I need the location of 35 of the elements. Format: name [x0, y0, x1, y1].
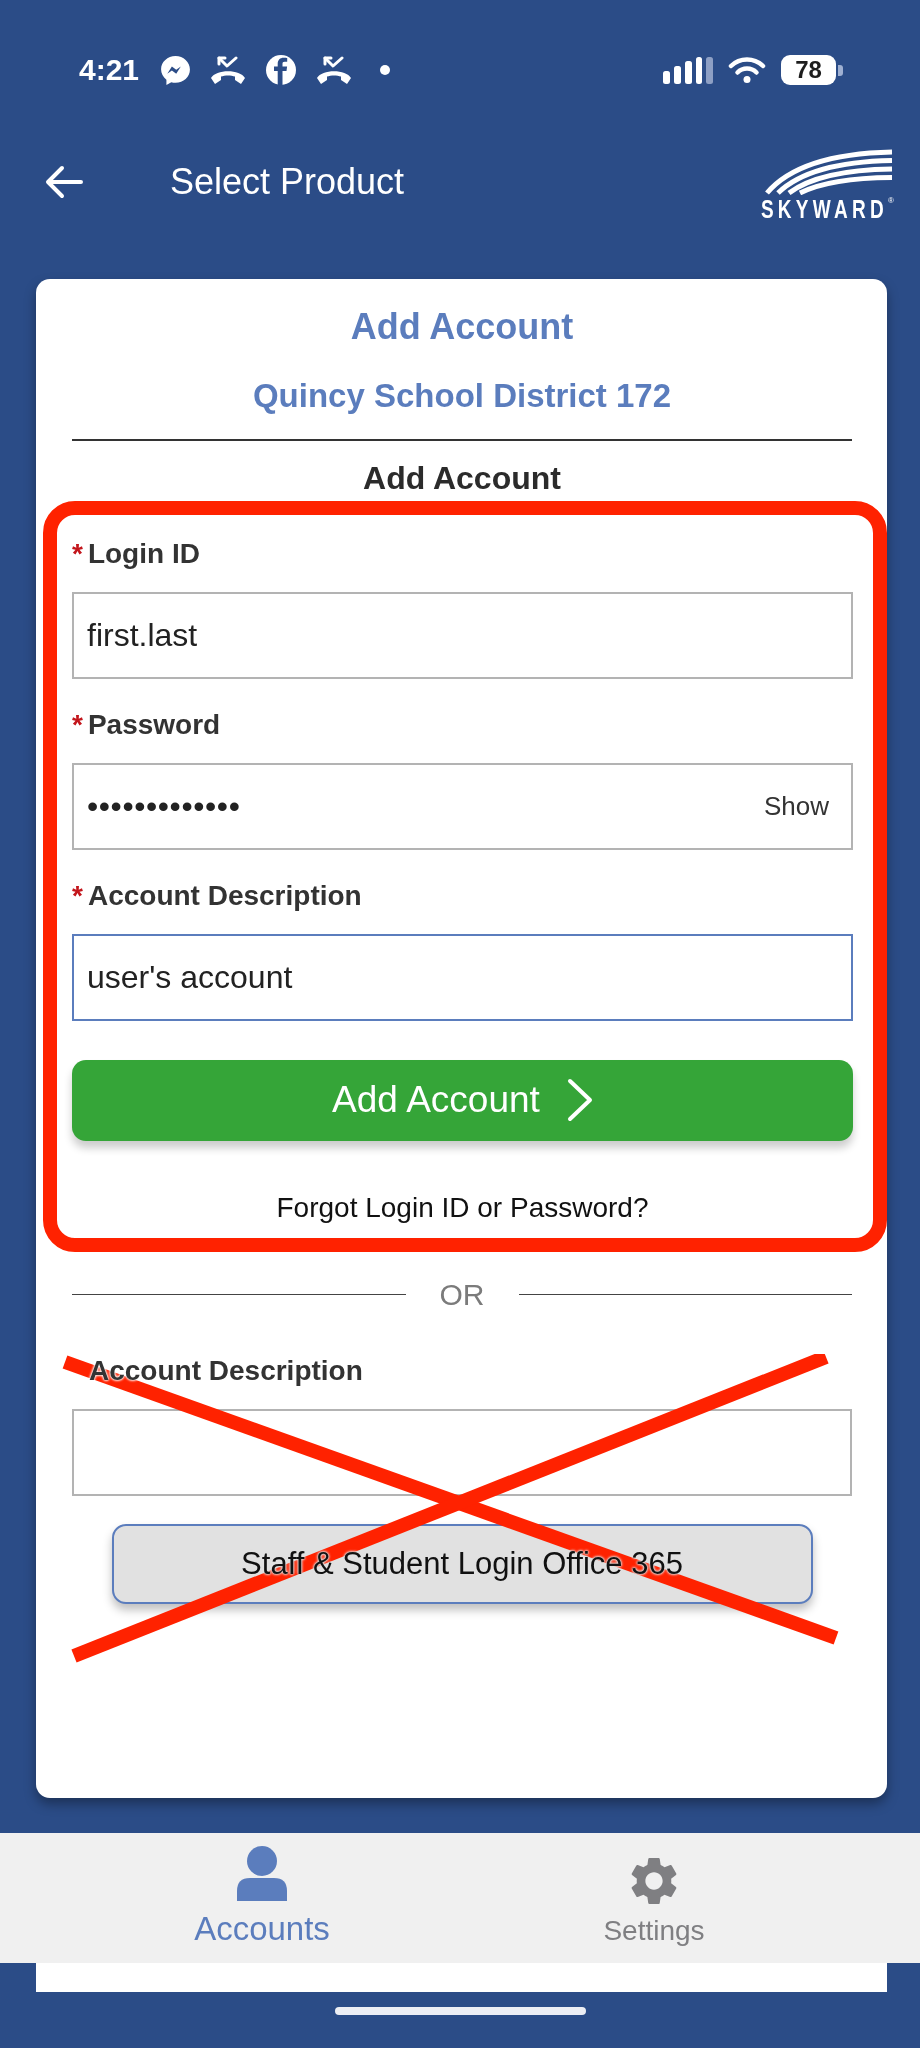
required-mark: * — [72, 878, 83, 913]
missed-call-icon — [316, 55, 353, 85]
text-field[interactable] — [72, 1408, 852, 1496]
registered-mark: ® — [888, 195, 894, 205]
text-field[interactable]: user's account — [72, 933, 853, 1021]
card-title: Add Account — [349, 305, 575, 349]
required-mark: * — [72, 707, 83, 742]
person-icon — [237, 1846, 287, 1901]
wifi-icon — [728, 57, 766, 83]
forgot-link[interactable]: Forgot Login ID or Password? — [276, 1191, 649, 1223]
signal-icon — [663, 56, 713, 84]
dot-icon — [380, 65, 391, 75]
back-arrow-icon[interactable] — [45, 165, 83, 199]
clock-time: 4:21 — [79, 53, 140, 87]
field-label: Password — [87, 707, 221, 742]
missed-call-icon — [210, 55, 247, 85]
chat-bubble-icon — [161, 55, 191, 85]
text-field[interactable]: first.last — [72, 591, 853, 679]
district-name: Quincy School District 172 — [251, 376, 673, 416]
field-label: Account Description — [87, 878, 362, 913]
settings-icon — [630, 1857, 678, 1905]
nav-tab[interactable]: Accounts — [66, 1833, 458, 1963]
nav-tab[interactable]: Settings — [458, 1833, 850, 1963]
logo-text: SKYWARD — [760, 195, 889, 223]
swoosh-icon — [764, 148, 894, 195]
screen-title: Select Product — [170, 161, 405, 203]
field-label: Login ID — [87, 536, 200, 571]
separator-label: OR — [439, 1276, 485, 1313]
f-logo-icon — [266, 55, 297, 85]
chevron-right-icon — [566, 1078, 593, 1122]
password-field[interactable]: ••••••••••••• Show — [72, 762, 853, 850]
required-mark: * — [72, 536, 83, 571]
show-button[interactable]: Show — [763, 790, 829, 822]
section-heading: Add Account — [362, 458, 562, 497]
battery-indicator: 78 — [781, 55, 843, 85]
